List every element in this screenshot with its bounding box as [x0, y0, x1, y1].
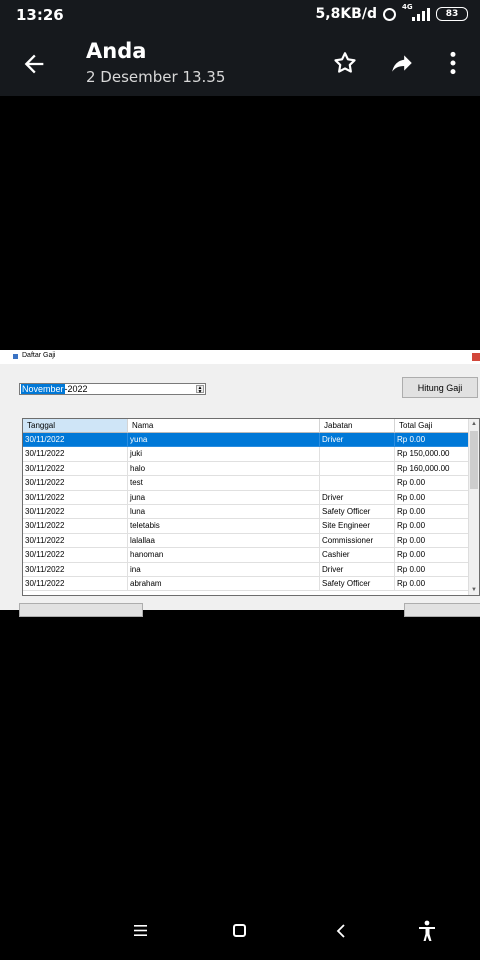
table-row[interactable]: 30/11/2022 hanoman Cashier Rp 0.00: [23, 548, 469, 563]
share-icon[interactable]: [388, 50, 416, 76]
app-bar: Anda 2 Desember 13.35: [0, 30, 480, 96]
cell-tanggal: 30/11/2022: [23, 504, 128, 520]
cell-tanggal: 30/11/2022: [23, 433, 128, 448]
scroll-down-icon[interactable]: ▼: [469, 585, 479, 595]
bottom-left-button[interactable]: [19, 603, 143, 617]
window-title: Daftar Gaji: [22, 352, 56, 359]
status-time: 13:26: [16, 6, 64, 24]
cell-jabatan: Driver: [320, 433, 395, 448]
vertical-scrollbar[interactable]: ▲ ▼: [468, 419, 479, 595]
cell-total-gaji: Rp 0.00: [395, 576, 469, 592]
month-picker-year: -2022: [64, 384, 88, 394]
grid-body: 30/11/2022 yuna Driver Rp 0.00 30/11/2022 juk…: [23, 433, 469, 592]
window-icon: [13, 354, 18, 359]
scroll-up-icon[interactable]: ▲: [469, 419, 479, 429]
cell-total-gaji: Rp 0.00: [395, 476, 469, 491]
cell-nama: lalallaa: [128, 533, 320, 549]
cell-tanggal: 30/11/2022: [23, 576, 128, 592]
cell-total-gaji: Rp 0.00: [395, 562, 469, 577]
cell-jabatan: Driver: [320, 490, 395, 505]
cell-nama: juna: [128, 490, 320, 505]
battery-icon: 83: [436, 7, 468, 21]
cell-tanggal: 30/11/2022: [23, 490, 128, 505]
cell-tanggal: 30/11/2022: [23, 519, 128, 534]
back-arrow-icon[interactable]: [20, 50, 48, 78]
grid-header-tanggal[interactable]: Tanggal: [23, 419, 128, 433]
cell-total-gaji: Rp 0.00: [395, 504, 469, 520]
hitung-gaji-button[interactable]: Hitung Gaji: [402, 377, 478, 398]
cell-total-gaji: Rp 0.00: [395, 490, 469, 505]
cell-nama: test: [128, 476, 320, 491]
bottom-right-button[interactable]: [404, 603, 480, 617]
cell-nama: ina: [128, 562, 320, 577]
grid-header: Tanggal Nama Jabatan Total Gaji: [23, 419, 469, 433]
salary-grid[interactable]: Tanggal Nama Jabatan Total Gaji 30/11/20…: [22, 418, 480, 596]
cell-nama: teletabis: [128, 519, 320, 534]
cell-jabatan: [320, 476, 395, 491]
cell-nama: juki: [128, 447, 320, 462]
more-vert-icon[interactable]: [446, 50, 460, 76]
table-row[interactable]: 30/11/2022 lalallaa Commissioner Rp 0.00: [23, 533, 469, 549]
cell-total-gaji: Rp 150,000.00: [395, 447, 469, 462]
scroll-thumb[interactable]: [470, 431, 478, 489]
chat-subtitle: 2 Desember 13.35: [86, 68, 226, 86]
grid-header-total-gaji[interactable]: Total Gaji: [395, 419, 469, 433]
cell-jabatan: Commissioner: [320, 533, 395, 549]
grid-header-nama[interactable]: Nama: [128, 419, 320, 433]
month-picker-month: November: [21, 384, 65, 394]
alarm-icon: [383, 7, 396, 21]
cell-jabatan: Safety Officer: [320, 504, 395, 520]
cell-jabatan: [320, 461, 395, 477]
close-icon[interactable]: [472, 353, 480, 361]
cell-tanggal: 30/11/2022: [23, 562, 128, 577]
cell-jabatan: Site Engineer: [320, 519, 395, 534]
grid-header-jabatan[interactable]: Jabatan: [320, 419, 395, 433]
network-type: 4G: [402, 2, 413, 11]
home-icon[interactable]: [233, 924, 246, 937]
cell-nama: yuna: [128, 433, 320, 448]
status-bar: 13:26 5,8KB/d 4G 83: [0, 0, 480, 30]
cell-tanggal: 30/11/2022: [23, 461, 128, 477]
cell-tanggal: 30/11/2022: [23, 548, 128, 563]
table-row[interactable]: 30/11/2022 juna Driver Rp 0.00: [23, 490, 469, 505]
nav-back-icon[interactable]: [334, 923, 348, 939]
cell-tanggal: 30/11/2022: [23, 447, 128, 462]
menu-icon[interactable]: [134, 925, 147, 936]
cell-nama: halo: [128, 461, 320, 477]
table-row[interactable]: 30/11/2022 abraham Safety Officer Rp 0.00: [23, 576, 469, 592]
cell-nama: hanoman: [128, 548, 320, 563]
cell-tanggal: 30/11/2022: [23, 476, 128, 491]
table-row[interactable]: 30/11/2022 luna Safety Officer Rp 0.00: [23, 504, 469, 520]
table-row[interactable]: 30/11/2022 teletabis Site Engineer Rp 0.00: [23, 519, 469, 534]
window-titlebar: Daftar Gaji: [0, 350, 480, 364]
status-right: 5,8KB/d 4G 83: [315, 3, 468, 22]
table-row[interactable]: 30/11/2022 ina Driver Rp 0.00: [23, 562, 469, 577]
cell-jabatan: Cashier: [320, 548, 395, 563]
cell-tanggal: 30/11/2022: [23, 533, 128, 549]
star-icon[interactable]: [332, 50, 358, 76]
table-row[interactable]: 30/11/2022 juki Rp 150,000.00: [23, 447, 469, 462]
month-picker[interactable]: November -2022 ▲ ▼: [19, 383, 206, 395]
cell-total-gaji: Rp 0.00: [395, 533, 469, 549]
signal-icon: 4G: [402, 3, 430, 21]
cell-total-gaji: Rp 160,000.00: [395, 461, 469, 477]
cell-jabatan: Safety Officer: [320, 576, 395, 592]
cell-nama: abraham: [128, 576, 320, 592]
cell-nama: luna: [128, 504, 320, 520]
table-row[interactable]: 30/11/2022 halo Rp 160,000.00: [23, 461, 469, 477]
chat-title: Anda: [86, 39, 147, 63]
network-speed: 5,8KB/d: [315, 6, 377, 22]
cell-jabatan: [320, 447, 395, 462]
table-row[interactable]: 30/11/2022 test Rp 0.00: [23, 476, 469, 491]
table-row[interactable]: 30/11/2022 yuna Driver Rp 0.00: [23, 433, 469, 448]
cell-total-gaji: Rp 0.00: [395, 433, 469, 448]
spinner-icon[interactable]: ▲ ▼: [196, 385, 204, 395]
cell-jabatan: Driver: [320, 562, 395, 577]
cell-total-gaji: Rp 0.00: [395, 519, 469, 534]
accessibility-icon[interactable]: [418, 920, 436, 942]
cell-total-gaji: Rp 0.00: [395, 548, 469, 563]
